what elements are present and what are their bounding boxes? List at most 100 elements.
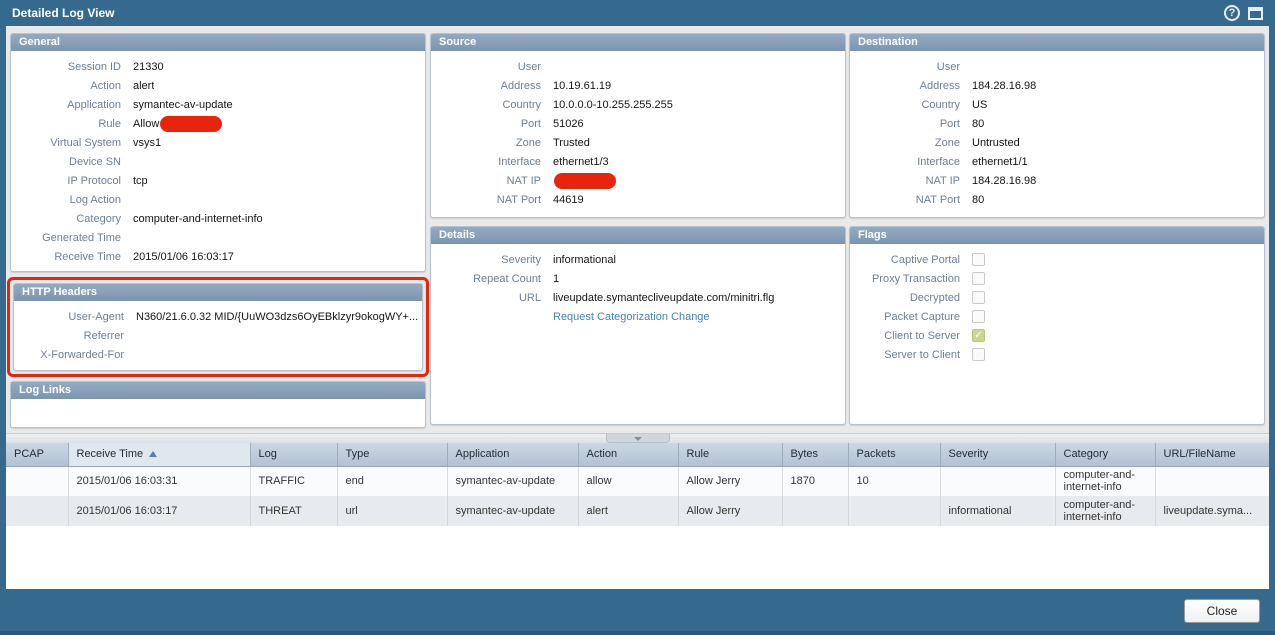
field-row: Log Action xyxy=(11,190,425,209)
table-cell xyxy=(940,466,1055,496)
panel-flags: Flags Captive Portal Proxy Transaction Dec… xyxy=(849,226,1265,425)
table-cell: informational xyxy=(940,496,1055,526)
table-cell: Allow Jerry xyxy=(678,496,782,526)
column-header[interactable]: Application xyxy=(447,443,578,466)
field-row: Applicationsymantec-av-update xyxy=(11,95,425,114)
field-value: 44619 xyxy=(553,194,584,206)
column-header[interactable]: URL/FileName xyxy=(1155,443,1269,466)
panel-http-headers: HTTP Headers User-AgentN360/21.6.0.32 MI… xyxy=(13,283,423,371)
field-row: Interfaceethernet1/1 xyxy=(850,152,1264,171)
field-label: User xyxy=(431,61,553,73)
field-label: Session ID xyxy=(11,61,133,73)
field-row: NAT IP184.28.16.98 xyxy=(850,171,1264,190)
flag-checkbox: ✓ xyxy=(972,329,985,342)
table-cell: THREAT xyxy=(250,496,337,526)
field-value: vsys1 xyxy=(133,137,161,149)
field-value: symantec-av-update xyxy=(133,99,233,111)
field-label: NAT IP xyxy=(431,175,553,187)
field-value: 80 xyxy=(972,118,984,130)
field-value: 10.19.61.19 xyxy=(553,80,611,92)
flag-label: Decrypted xyxy=(850,292,972,304)
panel-source: Source UserAddress10.19.61.19Country10.0… xyxy=(430,33,846,218)
flag-checkbox xyxy=(972,348,985,361)
flag-label: Captive Portal xyxy=(850,254,972,266)
table-row[interactable]: 2015/01/06 16:03:31TRAFFICendsymantec-av… xyxy=(6,466,1269,496)
column-header[interactable]: Log xyxy=(250,443,337,466)
panel-flags-body: Captive Portal Proxy Transaction Decrypted… xyxy=(850,244,1264,364)
field-row: Categorycomputer-and-internet-info xyxy=(11,209,425,228)
column-header[interactable]: Category xyxy=(1055,443,1155,466)
field-row: Session ID21330 xyxy=(11,57,425,76)
column-header[interactable]: Type xyxy=(337,443,447,466)
field-row: Severityinformational xyxy=(431,250,845,269)
panel-details-body: SeverityinformationalRepeat Count1URLliv… xyxy=(431,244,845,326)
table-cell: Allow Jerry xyxy=(678,466,782,496)
field-row: Address184.28.16.98 xyxy=(850,76,1264,95)
field-row: User-AgentN360/21.6.0.32 MID/{UuWO3dzs6O… xyxy=(14,307,422,326)
field-row: IP Protocoltcp xyxy=(11,171,425,190)
field-value: computer-and-internet-info xyxy=(133,213,263,225)
field-value: liveupdate.symantecliveupdate.com/minitr… xyxy=(553,292,774,304)
field-row: RuleAllow xyxy=(11,114,425,133)
field-value: Trusted xyxy=(553,137,590,149)
column-header[interactable]: Bytes xyxy=(782,443,848,466)
panel-general: General Session ID21330ActionalertApplic… xyxy=(10,33,426,272)
field-value: 10.0.0.0-10.255.255.255 xyxy=(553,99,673,111)
dialog-title: Detailed Log View xyxy=(0,6,114,20)
column-header[interactable]: Receive Time xyxy=(68,443,250,466)
field-label: Zone xyxy=(850,137,972,149)
table-cell: 10 xyxy=(848,466,940,496)
field-row: ZoneUntrusted xyxy=(850,133,1264,152)
flag-label: Proxy Transaction xyxy=(850,273,972,285)
table-cell: symantec-av-update xyxy=(447,466,578,496)
table-cell xyxy=(782,496,848,526)
help-icon[interactable]: ? xyxy=(1224,5,1240,21)
close-button[interactable]: Close xyxy=(1184,599,1260,623)
flag-label: Client to Server xyxy=(850,330,972,342)
field-label: Interface xyxy=(431,156,553,168)
restore-window-icon[interactable] xyxy=(1248,7,1263,20)
splitter-collapse-handle[interactable] xyxy=(606,434,670,443)
field-row: NAT Port80 xyxy=(850,190,1264,209)
panel-flags-header: Flags xyxy=(850,227,1264,244)
field-row: User xyxy=(431,57,845,76)
field-label: Port xyxy=(850,118,972,130)
field-label: Country xyxy=(850,99,972,111)
field-row: Repeat Count1 xyxy=(431,269,845,288)
column-header[interactable]: PCAP xyxy=(6,443,68,466)
field-label: User-Agent xyxy=(14,311,136,323)
dialog-titlebar: Detailed Log View ? xyxy=(0,0,1275,26)
field-label: NAT IP xyxy=(850,175,972,187)
column-header[interactable]: Action xyxy=(578,443,678,466)
field-value: 80 xyxy=(972,194,984,206)
table-row[interactable]: 2015/01/06 16:03:17THREATurlsymantec-av-… xyxy=(6,496,1269,526)
redaction-mark xyxy=(554,173,616,189)
table-cell: end xyxy=(337,466,447,496)
field-label: NAT Port xyxy=(850,194,972,206)
panel-destination-body: UserAddress184.28.16.98CountryUSPort80Zo… xyxy=(850,51,1264,209)
table-cell: alert xyxy=(578,496,678,526)
field-label: Interface xyxy=(850,156,972,168)
column-header[interactable]: Packets xyxy=(848,443,940,466)
request-categorization-change-link[interactable]: Request Categorization Change xyxy=(553,311,710,323)
panel-log-links-body xyxy=(11,399,425,405)
field-label: Referrer xyxy=(14,330,136,342)
table-cell: symantec-av-update xyxy=(447,496,578,526)
panel-log-links: Log Links xyxy=(10,381,426,428)
column-header[interactable]: Severity xyxy=(940,443,1055,466)
flag-row: Decrypted xyxy=(850,288,1264,307)
field-label: Port xyxy=(431,118,553,130)
field-row: CountryUS xyxy=(850,95,1264,114)
field-value xyxy=(553,173,616,189)
column-header[interactable]: Rule xyxy=(678,443,782,466)
field-label: Device SN xyxy=(11,156,133,168)
table-header-row: PCAPReceive TimeLogTypeApplicationAction… xyxy=(6,443,1269,466)
flag-row: Captive Portal xyxy=(850,250,1264,269)
field-label: Repeat Count xyxy=(431,273,553,285)
table-cell xyxy=(848,496,940,526)
table-cell: 2015/01/06 16:03:31 xyxy=(68,466,250,496)
panel-source-body: UserAddress10.19.61.19Country10.0.0.0-10… xyxy=(431,51,845,209)
flag-label: Packet Capture xyxy=(850,311,972,323)
table-cell: 2015/01/06 16:03:17 xyxy=(68,496,250,526)
field-label: Country xyxy=(431,99,553,111)
